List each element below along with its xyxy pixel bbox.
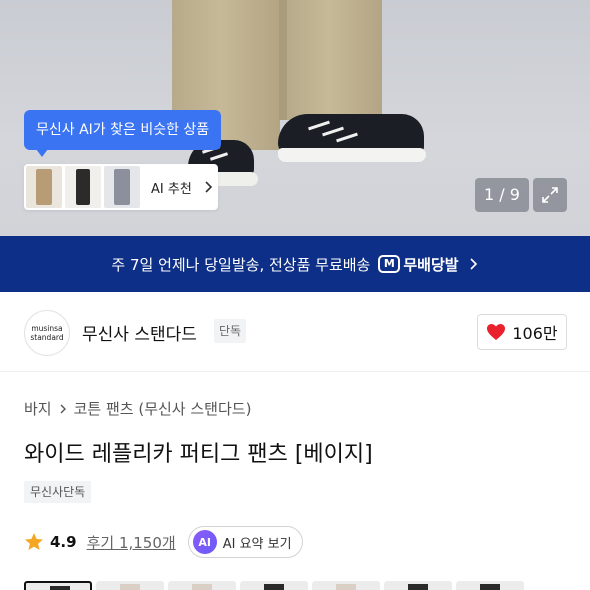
sneaker-right [278,114,426,162]
chevron-right-icon [60,404,66,413]
exclusive-tag: 무신사단독 [24,481,92,503]
product-hero-image[interactable]: 무신사 AI가 찾은 비슷한 상품 AI 추천 1 / 9 [0,0,590,236]
product-title: 와이드 레플리카 퍼티그 팬츠 [베이지] [24,442,373,467]
exclusive-badge: 단독 [214,319,247,343]
product-thumbnail[interactable] [168,581,236,590]
star-icon [25,533,43,550]
m-box-icon: M [378,255,401,273]
review-link[interactable]: 후기 1,150개 [87,532,176,553]
delivery-banner[interactable]: 주 7일 언제나 당일발송, 전상품 무료배송 M 무배당발 [0,236,590,292]
heart-icon [487,324,506,340]
ai-badge-icon: AI [192,530,217,554]
ai-recommend-label: AI 추천 [151,181,192,197]
chevron-right-icon [470,258,477,270]
pants-right-leg [286,0,382,120]
product-thumbnail[interactable] [240,581,308,590]
ai-summary-button[interactable]: AI AI 요약 보기 [187,526,303,558]
product-thumbnail[interactable] [456,581,524,590]
breadcrumb-item[interactable]: 코튼 팬츠 (무신사 스탠다드) [74,398,252,419]
product-thumbnail[interactable] [312,581,380,590]
expand-button[interactable] [533,178,567,212]
similar-product-thumb[interactable] [104,166,140,208]
similar-product-thumb[interactable] [26,166,62,208]
ai-summary-label: AI 요약 보기 [222,536,292,552]
product-thumbnail-strip [24,581,524,590]
breadcrumb-item[interactable]: 바지 [24,398,52,419]
product-thumbnail[interactable] [384,581,452,590]
like-count: 106만 [512,324,558,343]
product-thumbnail[interactable] [96,581,164,590]
like-button[interactable]: 106만 [477,314,567,350]
delivery-banner-text: 주 7일 언제나 당일발송, 전상품 무료배송 [111,255,371,274]
ai-recommend-card[interactable]: AI 추천 [24,164,218,210]
ai-similar-tooltip: 무신사 AI가 찾은 비슷한 상품 [24,110,222,157]
chevron-right-icon [205,181,212,193]
brand-row: musinsa standard 무신사 스탠다드 단독 106만 [0,292,590,372]
image-pager: 1 / 9 [475,178,529,212]
expand-icon [542,187,558,203]
free-delivery-logo: M 무배당발 [378,254,459,275]
brand-logo[interactable]: musinsa standard [24,310,70,356]
brand-name[interactable]: 무신사 스탠다드 [82,320,197,345]
product-thumbnail[interactable] [24,581,92,590]
breadcrumb: 바지 코튼 팬츠 (무신사 스탠다드) [24,398,251,419]
rating-value: 4.9 [50,533,77,551]
similar-product-thumb[interactable] [65,166,101,208]
rating-row: 4.9 후기 1,150개 AI AI 요약 보기 [24,526,303,558]
